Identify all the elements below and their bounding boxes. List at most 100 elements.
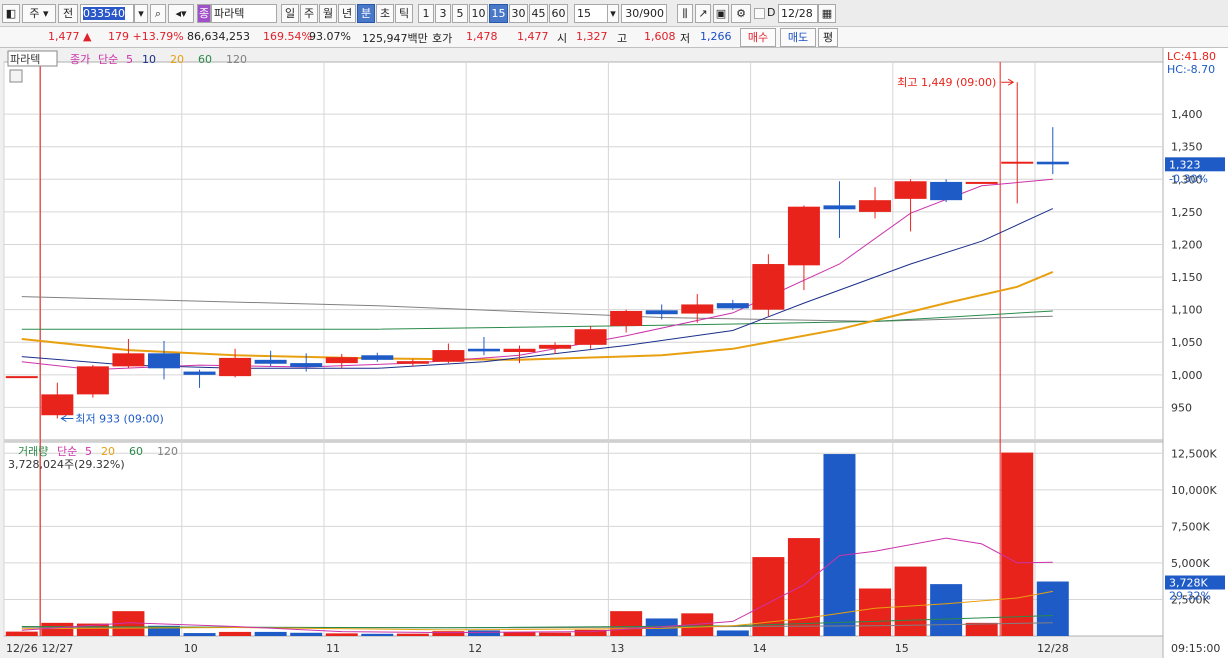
- volume-pane: [3, 441, 1164, 637]
- period-button[interactable]: 년: [338, 4, 356, 23]
- lc-label: LC:41.80: [1167, 50, 1216, 63]
- volume-bar: [965, 622, 998, 636]
- interval-button[interactable]: 30: [509, 4, 528, 23]
- interval-button[interactable]: 15: [489, 4, 508, 23]
- high-annotation: 최고 1,449 (09:00): [897, 76, 996, 89]
- price-legend-item: 10: [142, 53, 156, 66]
- count-field[interactable]: 30/900: [621, 4, 667, 23]
- d-checkbox[interactable]: [754, 8, 765, 19]
- candle-body: [219, 357, 252, 377]
- interval-input[interactable]: 15: [574, 4, 608, 23]
- volume-value: 86,634,253: [187, 30, 250, 43]
- interval-dropdown-icon[interactable]: ▾: [607, 4, 619, 23]
- volume-pct-label: 29.32%: [1169, 590, 1211, 603]
- volume-bar: [1001, 452, 1034, 636]
- low-label: 저: [680, 32, 691, 45]
- prev-button[interactable]: 전: [58, 4, 78, 23]
- volume-bar: [432, 631, 465, 636]
- price-volume-chart[interactable]: 9501,0001,0501,1001,1501,2001,2501,3001,…: [0, 48, 1228, 658]
- candle-body: [467, 348, 500, 352]
- quote-bar: 1,477 ▲ 179 +13.79% 86,634,253 169.54% 9…: [0, 27, 1228, 48]
- interval-button[interactable]: 60: [549, 4, 568, 23]
- price-tick-label: 1,100: [1171, 304, 1203, 317]
- current-price-tag-label: 1,323: [1169, 158, 1201, 171]
- candle-body: [823, 205, 856, 210]
- candle-body: [112, 353, 145, 367]
- high-label: 고: [617, 32, 628, 45]
- period-button[interactable]: 초: [376, 4, 394, 23]
- candle-body: [965, 181, 998, 184]
- volume-bar: [361, 633, 394, 636]
- price-tick-label: 1,400: [1171, 108, 1203, 121]
- interval-button[interactable]: 45: [529, 4, 548, 23]
- x-tick-label: 15: [895, 642, 909, 655]
- code-dropdown-icon[interactable]: ▾: [134, 4, 148, 23]
- candle-body: [41, 394, 74, 416]
- volume-bar: [503, 632, 536, 636]
- price-legend-item: 단순: [98, 53, 118, 66]
- candle-body: [396, 361, 429, 364]
- period-button[interactable]: 분: [357, 4, 375, 23]
- price-legend-item: 5: [126, 53, 133, 66]
- speaker-icon[interactable]: ◂▾: [168, 4, 194, 23]
- low-annotation: 최저 933 (09:00): [75, 412, 164, 425]
- settings-gear-icon[interactable]: ⚙: [731, 4, 751, 23]
- candle-body: [645, 310, 678, 315]
- x-tick-label: 14: [753, 642, 767, 655]
- volume-ratio: 169.54%: [263, 30, 312, 43]
- search-icon[interactable]: ⌕: [150, 4, 166, 23]
- period-button[interactable]: 틱: [395, 4, 413, 23]
- drawing-icon[interactable]: ↗: [695, 4, 711, 23]
- candle-body: [859, 200, 892, 212]
- stock-label: 파라텍: [10, 53, 40, 66]
- volume-current-label: 3,728K: [1169, 577, 1208, 590]
- candle-body: [1036, 161, 1069, 165]
- interval-button[interactable]: 3: [435, 4, 451, 23]
- candle-body: [5, 376, 38, 379]
- candle-body: [503, 348, 536, 353]
- candle-body: [930, 181, 963, 201]
- price-legend-item: 종가: [70, 53, 90, 66]
- interval-button[interactable]: 10: [469, 4, 488, 23]
- buy-button[interactable]: 매수: [740, 28, 776, 47]
- layout-icon[interactable]: ◧: [2, 4, 20, 23]
- save-icon[interactable]: ▣: [713, 4, 729, 23]
- period-button[interactable]: 일: [281, 4, 299, 23]
- toolbar: ◧ 주 ▾ 전 033540 ▾ ⌕ ◂▾ 종 파라텍 15 ▾ 30/900 …: [0, 0, 1228, 27]
- volume-bar: [219, 631, 252, 636]
- stock-code-input[interactable]: 033540: [80, 4, 134, 23]
- volume-bar: [823, 454, 856, 636]
- price-tick-label: 1,350: [1171, 141, 1203, 154]
- interval-button[interactable]: 1: [418, 4, 434, 23]
- candle-body: [361, 355, 394, 360]
- period-button[interactable]: 주: [300, 4, 318, 23]
- volume-bar: [1036, 581, 1069, 636]
- volume-tick-label: 5,000K: [1171, 557, 1210, 570]
- open-label: 시: [557, 32, 568, 45]
- stock-name-field[interactable]: 파라텍: [211, 4, 277, 23]
- period-button[interactable]: 월: [319, 4, 337, 23]
- candle-body: [290, 363, 323, 368]
- price-tick-label: 1,150: [1171, 271, 1203, 284]
- sell-button[interactable]: 매도: [780, 28, 816, 47]
- volume-bar: [183, 633, 216, 636]
- high-price: 1,608: [644, 30, 676, 43]
- stock-code-value: 033540: [83, 7, 125, 20]
- interval-button[interactable]: 5: [452, 4, 468, 23]
- candle-body: [610, 310, 643, 326]
- x-tick-label: 13: [610, 642, 624, 655]
- stock-badge: 종: [197, 4, 211, 23]
- candle-icon[interactable]: ⫼: [677, 4, 693, 23]
- candle-body: [539, 344, 572, 349]
- date-field[interactable]: 12/28: [778, 4, 818, 23]
- volume-bar: [467, 630, 500, 636]
- current-change-label: -0.30%: [1169, 172, 1208, 185]
- volume-bar: [610, 611, 643, 636]
- chart-type-select[interactable]: 주 ▾: [22, 4, 56, 23]
- candle-body: [432, 350, 465, 362]
- volume-tick-label: 7,500K: [1171, 520, 1210, 533]
- candle-body: [716, 303, 749, 309]
- candle-body: [147, 353, 180, 369]
- eval-button[interactable]: 평: [818, 28, 838, 47]
- calendar-icon[interactable]: ▦: [818, 4, 836, 23]
